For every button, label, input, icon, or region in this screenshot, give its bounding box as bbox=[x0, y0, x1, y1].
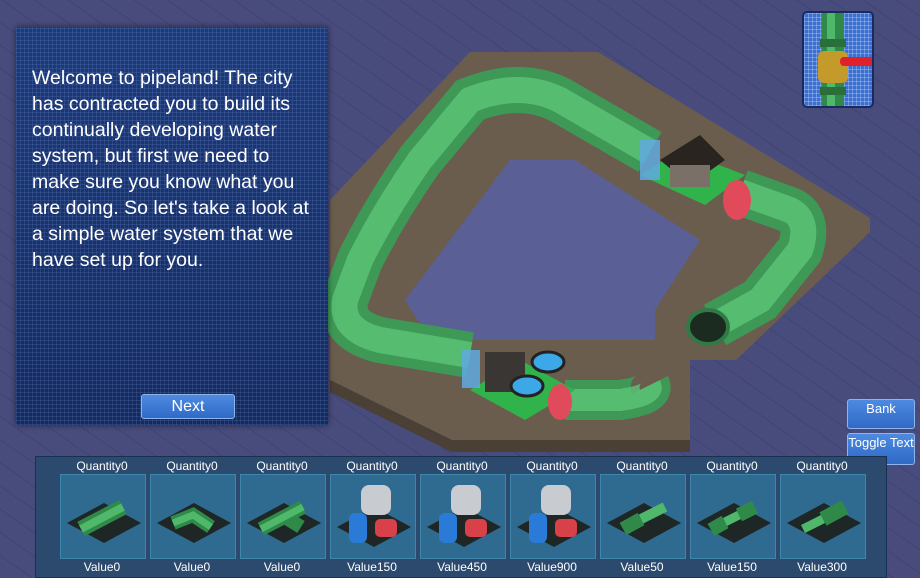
quantity-label: Quantity0 bbox=[616, 459, 668, 473]
value-label: Value0 bbox=[263, 560, 301, 574]
shop-slot: Quantity0 Value0 bbox=[238, 457, 326, 578]
bank-button[interactable]: Bank bbox=[847, 399, 915, 429]
value-label: Value0 bbox=[173, 560, 211, 574]
house-inlet-connector bbox=[640, 140, 660, 180]
quantity-label: Quantity0 bbox=[706, 459, 758, 473]
tutorial-dialog: Welcome to pipeland! The city has contra… bbox=[16, 27, 328, 425]
valve-icon bbox=[818, 13, 872, 106]
quantity-label: Quantity0 bbox=[526, 459, 578, 473]
pipe-outlet bbox=[686, 308, 730, 346]
quantity-label: Quantity0 bbox=[796, 459, 848, 473]
shop-slot: Quantity0 Value900 bbox=[508, 457, 596, 578]
value-label: Value450 bbox=[437, 560, 487, 574]
value-label: Value150 bbox=[347, 560, 397, 574]
shop-slot: Quantity0 Value450 bbox=[418, 457, 506, 578]
quantity-label: Quantity0 bbox=[436, 459, 488, 473]
shop-slot: Quantity0 Value50 bbox=[598, 457, 686, 578]
value-label: Value900 bbox=[527, 560, 577, 574]
house-outlet-connector bbox=[723, 180, 751, 220]
shop-bar: Quantity0 Value0 Quantity0 Value0 Quanti… bbox=[35, 456, 887, 578]
next-button[interactable]: Next bbox=[141, 394, 235, 419]
quantity-label: Quantity0 bbox=[166, 459, 218, 473]
quantity-label: Quantity0 bbox=[346, 459, 398, 473]
shop-slot: Quantity0 Value0 bbox=[58, 457, 146, 578]
shop-slot: Quantity0 Value150 bbox=[328, 457, 416, 578]
water-tank bbox=[509, 374, 545, 398]
value-label: Value50 bbox=[620, 560, 664, 574]
reducer-pipe-icon[interactable] bbox=[780, 474, 866, 559]
value-label: Value300 bbox=[797, 560, 847, 574]
pump-icon[interactable] bbox=[420, 474, 506, 559]
straight-pipe-icon[interactable] bbox=[60, 474, 146, 559]
pump-icon[interactable] bbox=[330, 474, 416, 559]
pump-icon[interactable] bbox=[510, 474, 596, 559]
pump-inlet-connector bbox=[462, 350, 480, 388]
elbow-pipe-icon[interactable] bbox=[150, 474, 236, 559]
shop-slot: Quantity0 Value0 bbox=[148, 457, 236, 578]
value-label: Value150 bbox=[707, 560, 757, 574]
tutorial-text: Welcome to pipeland! The city has contra… bbox=[32, 67, 309, 271]
shop-slot: Quantity0 Value150 bbox=[688, 457, 776, 578]
valve-button[interactable] bbox=[802, 11, 874, 108]
shop-slot: Quantity0 Value300 bbox=[778, 457, 866, 578]
water-tank bbox=[530, 350, 566, 374]
reducer-pipe-icon[interactable] bbox=[690, 474, 776, 559]
value-label: Value0 bbox=[83, 560, 121, 574]
tee-pipe-icon[interactable] bbox=[240, 474, 326, 559]
pump-outlet-connector bbox=[548, 384, 572, 420]
house-wall bbox=[670, 165, 710, 187]
reducer-pipe-icon[interactable] bbox=[600, 474, 686, 559]
quantity-label: Quantity0 bbox=[76, 459, 128, 473]
quantity-label: Quantity0 bbox=[256, 459, 308, 473]
game-viewport: Welcome to pipeland! The city has contra… bbox=[0, 0, 920, 578]
